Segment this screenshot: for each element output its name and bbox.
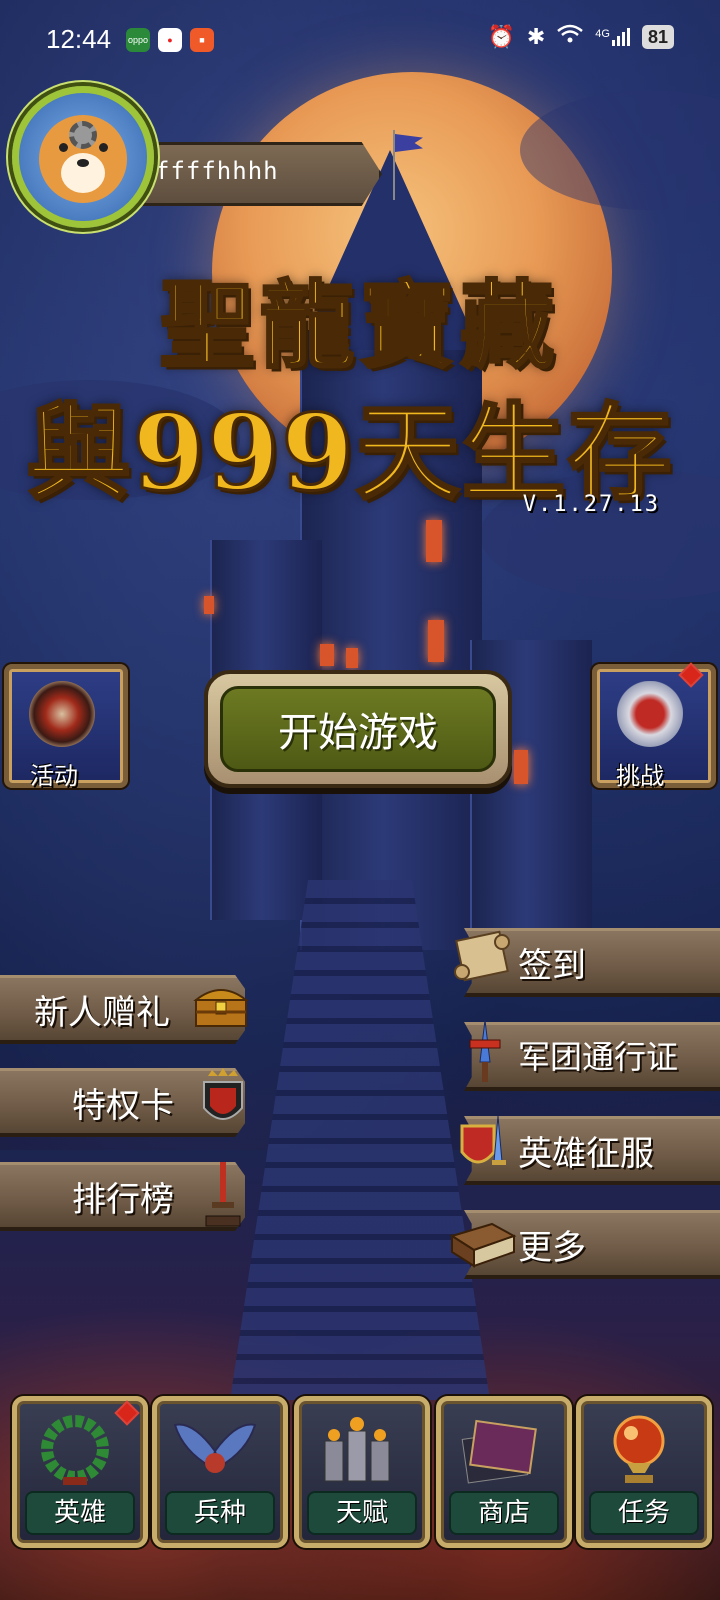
battery-indicator: 81 (641, 25, 674, 49)
book-icon (448, 1212, 518, 1268)
start-game-button[interactable]: 开始游戏 (204, 670, 512, 788)
lit-window (204, 596, 214, 614)
tab-talent-label: 天赋 (307, 1491, 417, 1535)
leaderboard-label: 排行榜 (72, 1180, 174, 1220)
flag-pole (393, 130, 395, 200)
crystal-orb-icon (597, 1411, 681, 1489)
activity-label: 活动 (30, 762, 78, 790)
status-time: 12:44 (46, 24, 112, 54)
tab-quest[interactable]: 任务 (576, 1396, 712, 1548)
nose (77, 159, 89, 167)
gear-icon (69, 121, 97, 149)
status-icons: ⏰ ✱ 4G 81 (487, 24, 674, 50)
winged-crest-icon (617, 681, 683, 747)
oppo-app-icon: oppo (126, 28, 150, 52)
version-label: V.1.27.13 (522, 492, 660, 517)
avatar[interactable] (12, 86, 154, 228)
crest-shield-icon (198, 1068, 248, 1134)
eye (99, 143, 108, 152)
hero-conquest-label: 英雄征服 (518, 1134, 654, 1174)
tab-troops-label: 兵种 (165, 1491, 275, 1535)
shield-sword-icon (456, 1112, 512, 1184)
4g-signal-icon: 4G (595, 28, 630, 46)
bluetooth-icon: ✱ (526, 24, 546, 49)
lit-window (514, 750, 528, 784)
more-label: 更多 (518, 1228, 586, 1268)
newbie-gift-label: 新人赠礼 (34, 993, 170, 1033)
wifi-icon (557, 24, 584, 50)
treasure-chest-icon (192, 982, 250, 1030)
lit-window (426, 520, 442, 562)
username: ffffhhhh (155, 157, 279, 185)
sword-icon (460, 1018, 510, 1088)
background-scene (0, 0, 720, 1600)
orange-app-icon: ■ (190, 28, 214, 52)
dagger-icon (198, 1160, 248, 1230)
laurel-wreath-icon (33, 1411, 117, 1489)
tab-talent[interactable]: 天赋 (294, 1396, 430, 1548)
scroll-icon (450, 926, 514, 990)
eye (59, 143, 68, 152)
tab-shop[interactable]: 商店 (436, 1396, 572, 1548)
lit-window (428, 620, 444, 662)
sun-emblem-icon (29, 681, 95, 747)
tab-hero-label: 英雄 (25, 1491, 135, 1535)
legion-pass-label: 军团通行证 (518, 1038, 679, 1076)
privilege-card-label: 特权卡 (72, 1086, 174, 1126)
cards-icon (457, 1411, 541, 1489)
challenge-label: 挑战 (616, 762, 664, 790)
wings-icon (173, 1411, 257, 1489)
red-app-icon: ● (158, 28, 182, 52)
towers-icon (315, 1411, 399, 1489)
check-in-label: 签到 (518, 946, 586, 986)
tab-quest-label: 任务 (589, 1491, 699, 1535)
status-bar: 12:44 oppo ● ■ ⏰ ✱ 4G 81 (0, 0, 720, 80)
start-game-label: 开始游戏 (220, 686, 496, 772)
game-title-line1: 聖龍寶藏 (158, 270, 560, 383)
alarm-icon: ⏰ (487, 24, 515, 49)
tab-shop-label: 商店 (449, 1491, 559, 1535)
tab-troops[interactable]: 兵种 (152, 1396, 288, 1548)
lit-window (346, 648, 358, 668)
lit-window (320, 644, 334, 666)
